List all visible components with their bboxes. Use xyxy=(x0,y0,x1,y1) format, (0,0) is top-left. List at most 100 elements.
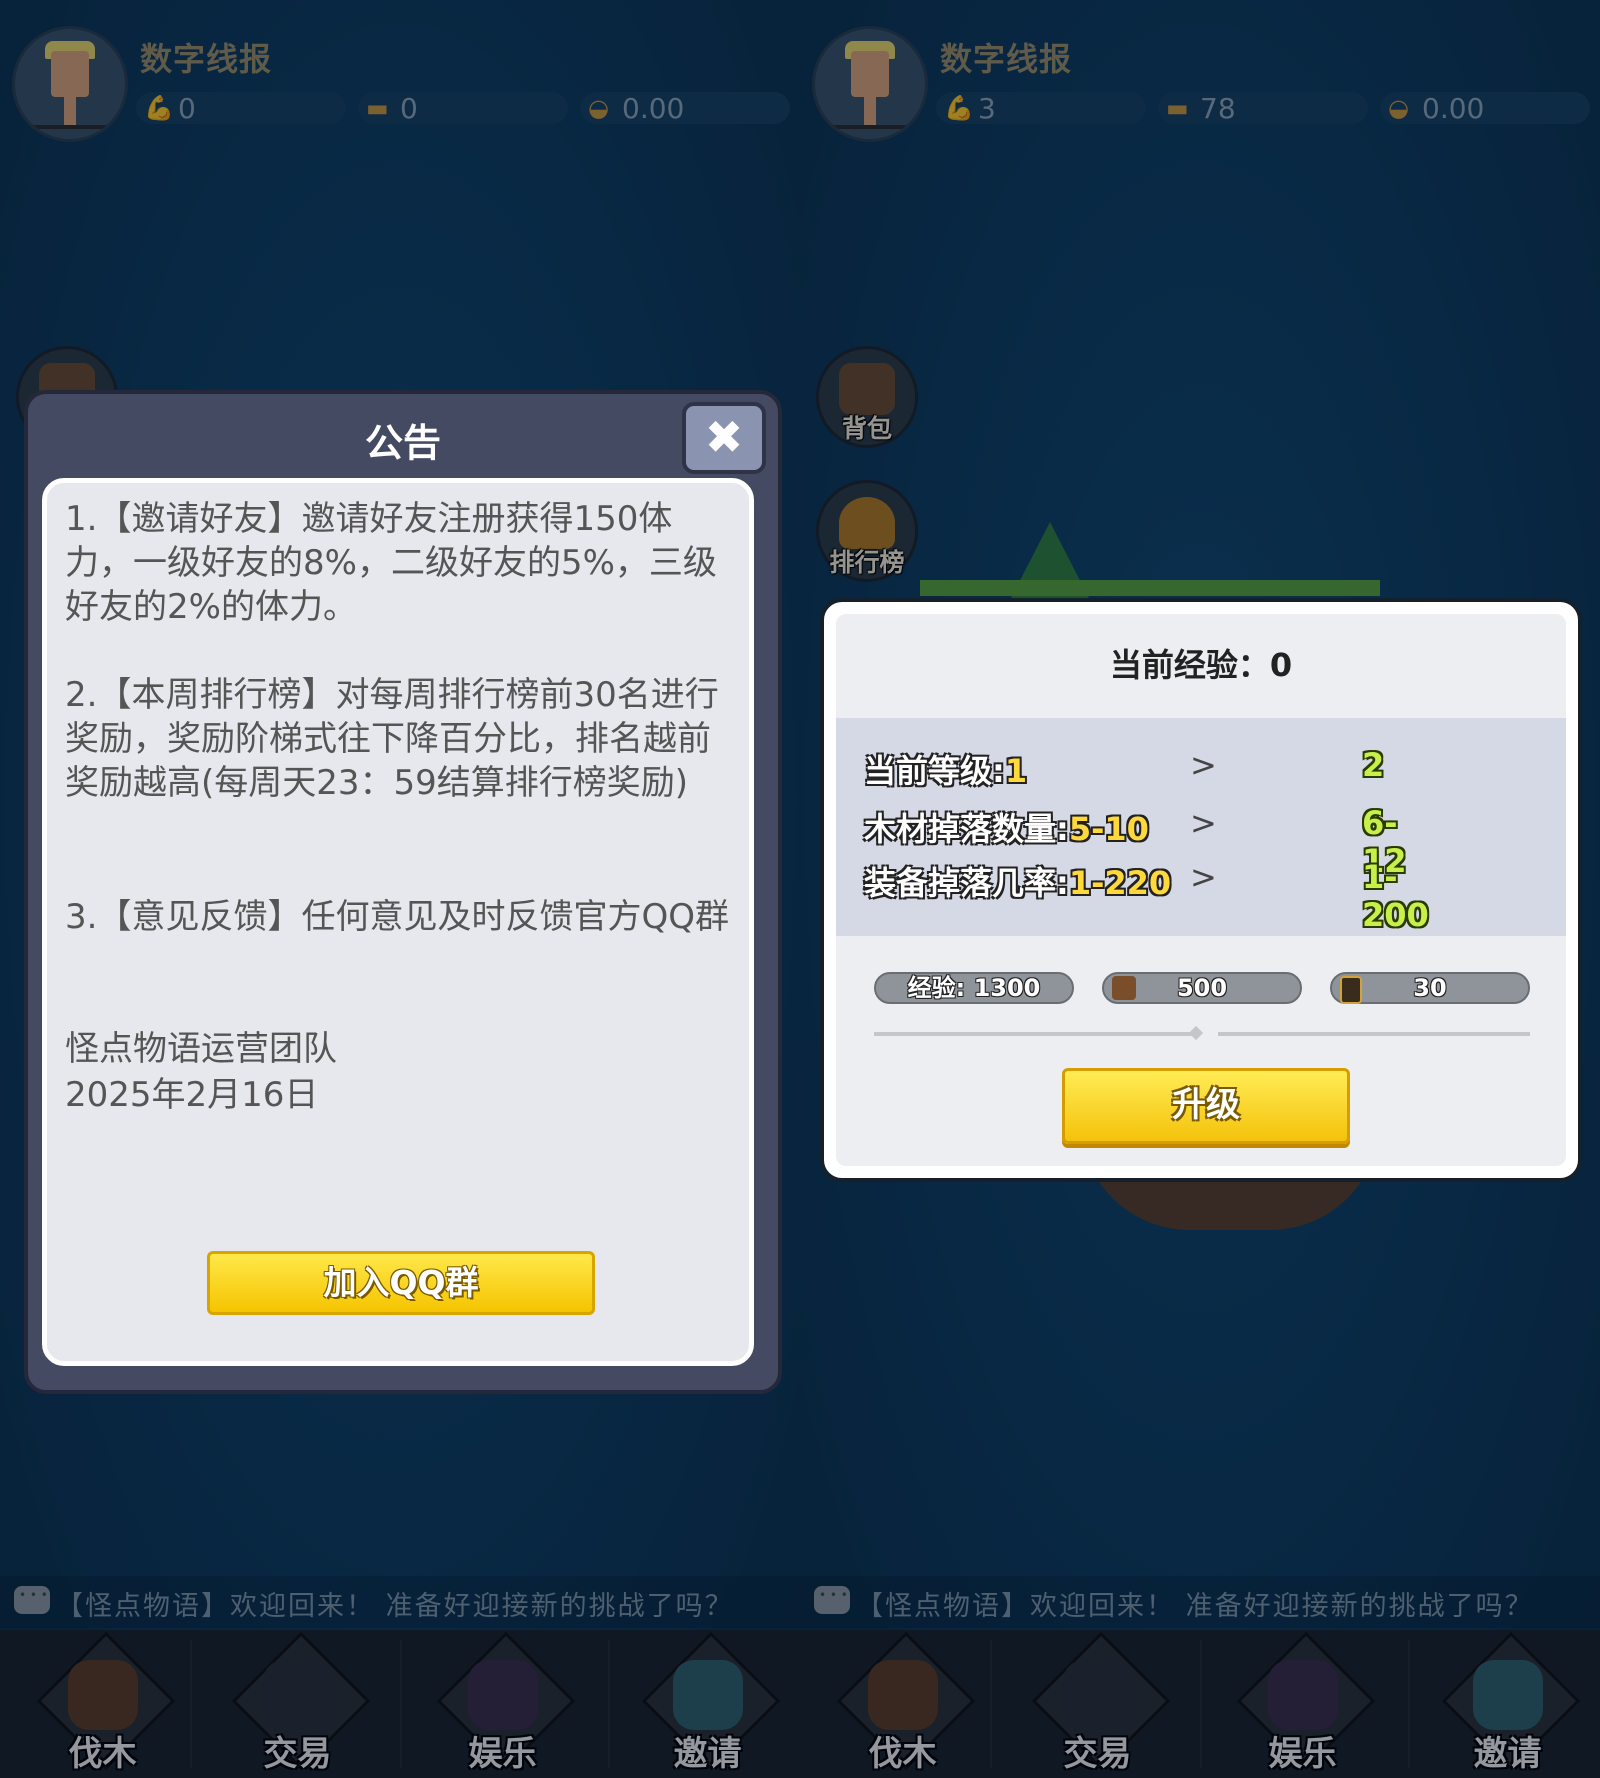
announcement-item-leaderboard: 2.【本周排行榜】对每周排行榜前30名进行奖励，奖励阶梯式往下降百分比，排名越前… xyxy=(65,675,719,803)
gift-icon xyxy=(672,1660,743,1730)
leaderboard-label: 排行榜 xyxy=(829,548,905,577)
nav-label: 伐木 xyxy=(68,1734,137,1774)
announcement-dialog: 公告 ✖ 1.【邀请好友】邀请好友注册获得150体力，一级好友的8%，二级好友的… xyxy=(24,390,782,1394)
upgrade-stats: 当前等级:1 > 2 木材掉落数量:5-10 > 6-12 装备掉落几率:1-2… xyxy=(836,718,1566,936)
chat-bubble-icon xyxy=(14,1586,50,1614)
close-button[interactable]: ✖ xyxy=(682,402,766,474)
backpack-label: 背包 xyxy=(841,414,892,443)
player-name: 数字线报 xyxy=(940,40,1073,78)
cost-exp: 经验: 1300 xyxy=(874,972,1074,1004)
nav-invite[interactable]: 邀请 xyxy=(605,1630,800,1778)
announcement-body: 1.【邀请好友】邀请好友注册获得150体力，一级好友的8%，二级好友的5%，三级… xyxy=(42,478,754,1366)
wood-drop-label: 木材掉落数量: xyxy=(864,810,1069,848)
bottom-nav: 伐木 交易 娱乐 邀请 xyxy=(0,1630,800,1778)
player-name: 数字线报 xyxy=(140,40,273,78)
island-grass xyxy=(920,580,1380,596)
divider xyxy=(874,1032,1192,1036)
nav-entertainment[interactable]: 娱乐 xyxy=(400,1630,605,1778)
join-qq-group-label: 加入QQ群 xyxy=(323,1263,479,1302)
divider-diamond xyxy=(1188,1025,1204,1041)
gold-value: 0.00 xyxy=(622,92,685,125)
nav-label: 娱乐 xyxy=(468,1734,537,1774)
news-ticker: 【怪点物语】欢迎回来！ 准备好迎接新的挑战了吗？ xyxy=(0,1576,800,1628)
chat-bubble-icon xyxy=(814,1586,850,1614)
news-text: 【怪点物语】欢迎回来！ 准备好迎接新的挑战了吗？ xyxy=(56,1591,734,1622)
gold-bar: ◒ 0.00 xyxy=(580,92,790,125)
backpack-icon xyxy=(839,363,895,415)
stamina-value: 3 xyxy=(978,92,996,125)
nav-label: 邀请 xyxy=(1473,1734,1542,1774)
announcement-item-invite: 1.【邀请好友】邀请好友注册获得150体力，一级好友的8%，二级好友的5%，三级… xyxy=(65,499,717,627)
arrow: > xyxy=(1190,858,1217,896)
wood-drop-current: 5-10 xyxy=(1068,810,1149,848)
current-exp: 当前经验：0 xyxy=(1109,646,1293,684)
gold-ingot-icon: ◒ xyxy=(1388,94,1409,122)
cost-wood: 500 xyxy=(1102,972,1302,1004)
equip-rate-next: 1-200 xyxy=(1362,858,1429,934)
news-text: 【怪点物语】欢迎回来！ 准备好迎接新的挑战了吗？ xyxy=(856,1591,1534,1622)
bomb-icon xyxy=(1267,1660,1338,1730)
stamina-value: 0 xyxy=(178,92,196,125)
cost-book-value: 30 xyxy=(1413,974,1447,1002)
arrow: > xyxy=(1190,746,1217,784)
level-next: 2 xyxy=(1362,746,1385,784)
muscle-icon: 💪 xyxy=(144,94,174,122)
cost-book: 30 xyxy=(1330,972,1530,1004)
left-screen: 数字线报 💪0 ▬0 ◒0.00 【怪点物语】欢迎回来！ 准备好迎接新的挑战了吗… xyxy=(0,0,800,1778)
bomb-icon xyxy=(467,1660,538,1730)
scale-icon xyxy=(1062,1660,1133,1730)
news-ticker: 【怪点物语】欢迎回来！ 准备好迎接新的挑战了吗？ xyxy=(800,1576,1600,1628)
gold-ingot-icon: ◒ xyxy=(588,94,609,122)
wood-bar: ▬ 78 xyxy=(1158,92,1368,125)
wood-value: 78 xyxy=(1200,92,1236,125)
close-icon: ✖ xyxy=(704,410,744,464)
nav-label: 交易 xyxy=(1063,1734,1132,1774)
gift-icon xyxy=(1472,1660,1543,1730)
announcement-date: 2025年2月16日 xyxy=(65,1075,319,1115)
player-avatar[interactable] xyxy=(12,26,128,142)
log-icon xyxy=(67,1660,138,1730)
gold-value: 0.00 xyxy=(1422,92,1485,125)
upgrade-button-label: 升级 xyxy=(1172,1085,1240,1125)
gold-bar: ◒ 0.00 xyxy=(1380,92,1590,125)
backpack-button[interactable]: 背包 xyxy=(816,346,918,448)
nav-chop-wood[interactable]: 伐木 xyxy=(800,1630,1005,1778)
wood-icon: ▬ xyxy=(366,94,389,122)
level-current: 1 xyxy=(1004,752,1028,790)
wood-bar: ▬ 0 xyxy=(358,92,568,125)
divider xyxy=(1218,1032,1530,1036)
announcement-signature: 怪点物语运营团队 xyxy=(65,1029,337,1069)
join-qq-group-button[interactable]: 加入QQ群 xyxy=(207,1251,595,1315)
wood-icon: ▬ xyxy=(1166,94,1189,122)
nav-label: 伐木 xyxy=(868,1734,937,1774)
scale-icon xyxy=(262,1660,333,1730)
equip-rate-label: 装备掉落几率: xyxy=(864,864,1069,902)
wood-value: 0 xyxy=(400,92,418,125)
level-label: 当前等级: xyxy=(864,752,1005,790)
nav-invite[interactable]: 邀请 xyxy=(1405,1630,1600,1778)
cost-wood-value: 500 xyxy=(1176,974,1228,1002)
nav-label: 邀请 xyxy=(673,1734,742,1774)
nav-label: 交易 xyxy=(263,1734,332,1774)
trophy-icon xyxy=(839,497,895,549)
bottom-nav: 伐木 交易 娱乐 邀请 xyxy=(800,1630,1600,1778)
nav-trade[interactable]: 交易 xyxy=(195,1630,400,1778)
cost-exp-value: 经验: 1300 xyxy=(907,974,1041,1002)
nav-trade[interactable]: 交易 xyxy=(995,1630,1200,1778)
player-avatar[interactable] xyxy=(812,26,928,142)
upgrade-button[interactable]: 升级 xyxy=(1062,1068,1350,1144)
equip-rate-current: 1-220 xyxy=(1068,864,1172,902)
log-icon xyxy=(867,1660,938,1730)
dialog-title: 公告 xyxy=(364,421,441,465)
arrow: > xyxy=(1190,804,1217,842)
leaderboard-button[interactable]: 排行榜 xyxy=(816,480,918,582)
announcement-item-feedback: 3.【意见反馈】任何意见及时反馈官方QQ群 xyxy=(65,897,729,937)
right-screen: 数字线报 💪3 ▬ 78 ◒ 0.00 背包 排行榜 【怪点物语】欢迎回来！ 准备好… xyxy=(800,0,1600,1778)
nav-label: 娱乐 xyxy=(1268,1734,1337,1774)
muscle-icon: 💪 xyxy=(944,94,974,122)
stamina-bar: 💪 3 xyxy=(936,92,1146,125)
stamina-bar: 💪 0 xyxy=(136,92,346,125)
nav-chop-wood[interactable]: 伐木 xyxy=(0,1630,205,1778)
upgrade-panel: 当前经验：0 当前等级:1 > 2 木材掉落数量:5-10 > 6-12 装备掉… xyxy=(820,598,1582,1182)
nav-entertainment[interactable]: 娱乐 xyxy=(1200,1630,1405,1778)
